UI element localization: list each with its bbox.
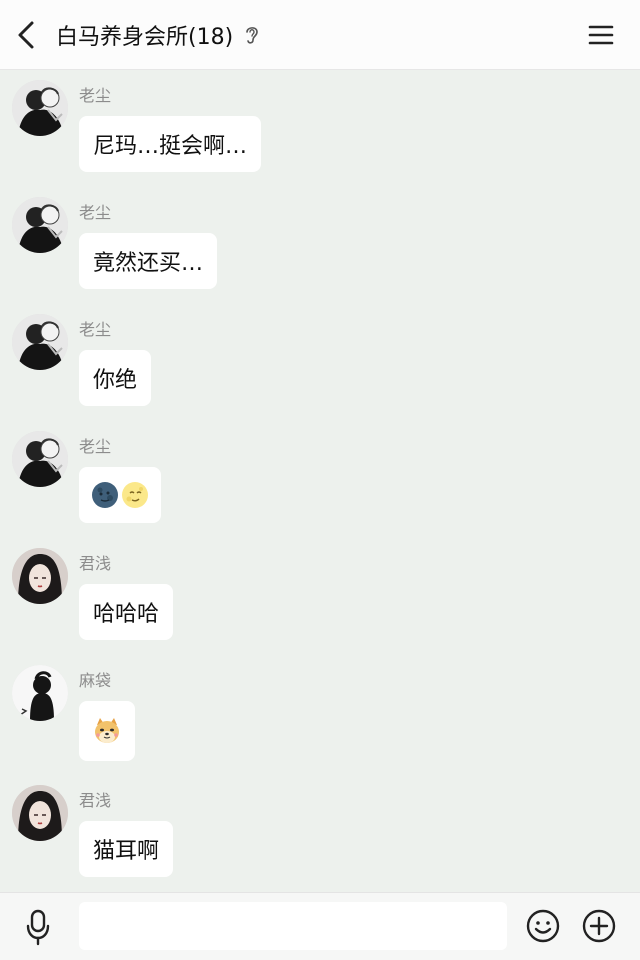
avatar-junqian[interactable] — [12, 785, 68, 841]
smiley-icon[interactable] — [524, 907, 562, 945]
message-bubble[interactable] — [79, 467, 161, 523]
chat-message-list[interactable]: 老尘 尼玛…挺会啊… 老尘 竟然还买… 老尘 你绝 老尘 君浅 哈哈哈 麻袋 君… — [0, 70, 640, 892]
message-bubble[interactable]: 尼玛…挺会啊… — [79, 116, 262, 172]
full-moon-face-emoji — [122, 482, 148, 508]
avatar-laochen[interactable] — [12, 314, 68, 370]
avatar-laochen[interactable] — [12, 431, 68, 487]
sender-name: 老尘 — [79, 86, 112, 105]
sender-name: 君浅 — [79, 791, 112, 810]
sender-name: 老尘 — [79, 203, 112, 222]
hamburger-menu-icon[interactable] — [585, 20, 617, 50]
message-input[interactable] — [79, 902, 507, 950]
message-bubble[interactable]: 你绝 — [79, 350, 152, 406]
chat-header: 白马养身会所(18) — [0, 0, 640, 70]
sender-name: 老尘 — [79, 320, 112, 339]
sender-name: 麻袋 — [79, 671, 112, 690]
avatar-laochen[interactable] — [12, 80, 68, 136]
message-bubble[interactable]: 猫耳啊 — [79, 821, 174, 877]
message-bubble[interactable]: 竟然还买… — [79, 233, 218, 289]
chat-title-group[interactable]: 白马养身会所(18) — [56, 18, 261, 52]
message-input-bar — [0, 892, 640, 960]
avatar-madai[interactable] — [12, 665, 68, 721]
chat-title: 白马养身会所(18) — [56, 25, 234, 50]
avatar-junqian[interactable] — [12, 548, 68, 604]
sender-name: 老尘 — [79, 437, 112, 456]
message-bubble[interactable] — [79, 701, 135, 761]
plus-circle-icon[interactable] — [580, 907, 618, 945]
microphone-icon[interactable] — [24, 908, 52, 946]
sender-name: 君浅 — [79, 554, 112, 573]
ear-icon — [246, 27, 258, 44]
avatar-laochen[interactable] — [12, 197, 68, 253]
message-bubble[interactable]: 哈哈哈 — [79, 584, 174, 640]
cheems-dog-sticker — [95, 718, 119, 743]
new-moon-face-emoji — [92, 482, 118, 508]
chevron-left-icon[interactable] — [12, 17, 44, 53]
